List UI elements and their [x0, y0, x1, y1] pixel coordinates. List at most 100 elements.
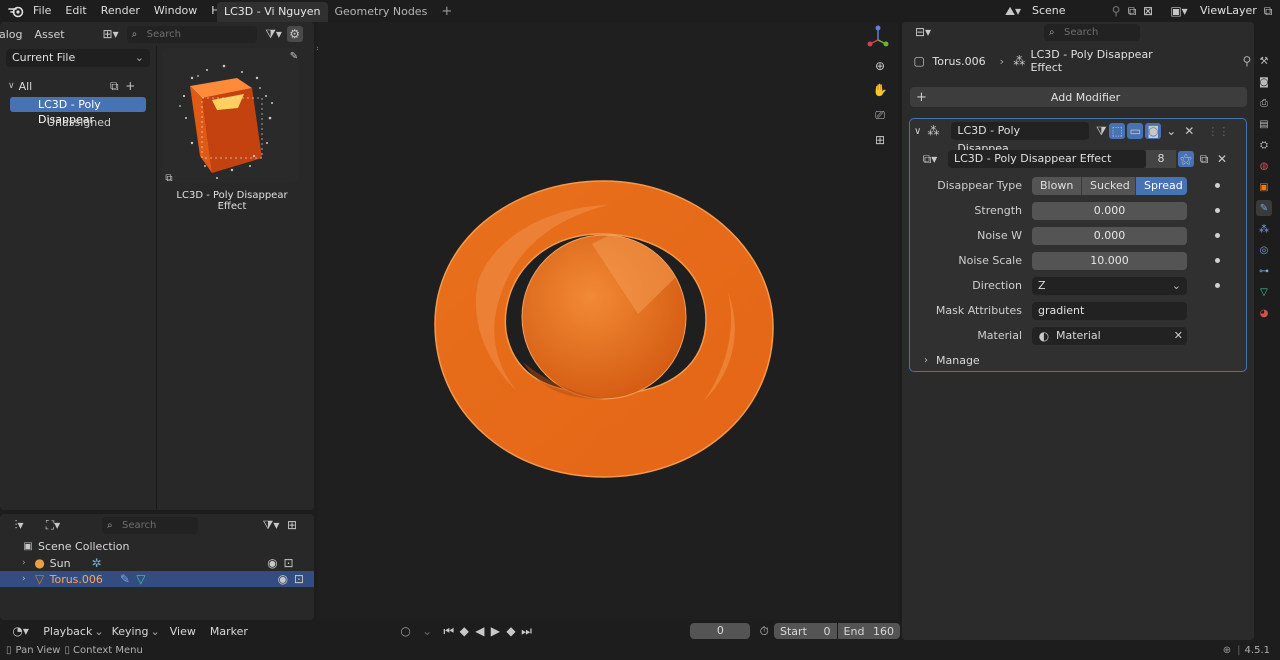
asset-tab[interactable]: Asset — [35, 28, 65, 41]
outliner-search-input[interactable]: ⌕ Search — [102, 516, 198, 534]
scene-selector[interactable]: Scene — [1026, 2, 1108, 20]
edit-mode-icon[interactable]: ⧩ — [1093, 123, 1109, 139]
display-mode-icon[interactable]: ⊞▾ — [99, 26, 123, 42]
dropdown-chevron-icon[interactable]: ⌄ — [1163, 123, 1179, 139]
scene-icon[interactable]: ⛭ — [1256, 137, 1272, 153]
pin-icon[interactable]: ⚲ — [1240, 53, 1254, 69]
asset-thumbnail[interactable] — [162, 48, 298, 182]
filter-icon[interactable]: ⧩▾ — [263, 26, 285, 42]
display-mode-icon[interactable]: ⛶▾ — [40, 517, 66, 533]
add-modifier-button[interactable]: + Add Modifier — [910, 87, 1247, 107]
jump-start-icon[interactable]: ⏮ — [441, 623, 457, 639]
editor-type-icon[interactable]: ◔▾ — [8, 623, 33, 639]
keyframe-dot[interactable] — [1215, 208, 1220, 213]
keyframe-dot[interactable] — [1215, 183, 1220, 188]
expand-arrow-icon[interactable]: › — [22, 558, 26, 568]
modifier-name-field[interactable]: LC3D - Poly Disappea... — [951, 122, 1090, 155]
timer-icon[interactable]: ⏱ — [756, 623, 772, 639]
catalog-all[interactable]: All — [19, 80, 33, 93]
material-field[interactable]: ◐ Material ✕ — [1032, 326, 1187, 345]
torus-object[interactable] — [318, 22, 898, 620]
add-workspace-button[interactable]: + — [434, 2, 459, 22]
perspective-grid-icon[interactable]: ⊞ — [872, 132, 888, 148]
disappear-type-blown[interactable]: Blown — [1032, 176, 1082, 195]
outliner-item-torus[interactable]: › ▽ Torus.006 ✎ ▽ ◉ ⊡ — [0, 571, 314, 587]
menu-marker[interactable]: Marker — [210, 625, 248, 638]
prev-keyframe-icon[interactable]: ◆ — [457, 623, 473, 639]
drag-handle-icon[interactable]: ⋮⋮ — [1207, 125, 1229, 138]
disappear-type-sucked[interactable]: Sucked — [1082, 176, 1136, 195]
visibility-eye-icon[interactable]: ◉ — [275, 571, 291, 587]
view-layer-icon[interactable]: ▤ — [1256, 116, 1272, 132]
keyframe-dot[interactable] — [1215, 283, 1220, 288]
physics-icon[interactable]: ◎ — [1256, 242, 1272, 258]
library-selector[interactable]: Current File ⌄ — [6, 49, 150, 67]
play-icon[interactable]: ▶ — [488, 623, 504, 639]
direction-dropdown[interactable]: Z ⌄ — [1032, 276, 1187, 295]
workspace-tab-lc3d[interactable]: LC3D - Vi Nguyen — [217, 2, 328, 22]
pan-hand-icon[interactable]: ✋ — [872, 82, 888, 98]
node-tree-icon[interactable]: ⧉▾ — [918, 151, 942, 167]
particles-icon[interactable]: ⁂ — [1256, 221, 1272, 237]
keyframe-dot[interactable] — [1215, 233, 1220, 238]
duplicate-icon[interactable]: ⧉ — [1196, 151, 1212, 167]
cage-icon[interactable]: ⬚ — [1109, 123, 1126, 139]
modifier-wrench-icon[interactable]: ✎ — [1256, 200, 1272, 216]
disappear-type-spread[interactable]: Spread — [1136, 176, 1187, 195]
edit-asset-icon[interactable]: ✎ — [286, 49, 302, 65]
scene-icon[interactable]: ⛰▾ — [1000, 3, 1026, 19]
render-icon[interactable]: ◙ — [1256, 74, 1272, 90]
world-icon[interactable]: ◍ — [1256, 158, 1272, 174]
settings-gear-icon[interactable]: ⚙ — [286, 26, 303, 42]
strength-field[interactable]: 0.000 — [1032, 201, 1187, 220]
clear-material-icon[interactable]: ✕ — [1174, 329, 1183, 342]
menu-keying[interactable]: Keying — [112, 625, 149, 638]
network-globe-icon[interactable]: ⊕ — [1223, 645, 1231, 656]
render-camera-icon[interactable]: ◙ — [1145, 123, 1162, 139]
render-camera-icon[interactable]: ⊡ — [291, 571, 307, 587]
asset-search-input[interactable]: ⌕ Search — [126, 25, 257, 43]
blender-logo-icon[interactable] — [6, 3, 26, 19]
play-reverse-icon[interactable]: ◀ — [472, 623, 488, 639]
auto-keying-icon[interactable]: ○ — [398, 623, 414, 639]
scene-collection-row[interactable]: ▣ Scene Collection — [0, 538, 314, 555]
object-icon[interactable]: ▣ — [1256, 179, 1272, 195]
material-icon[interactable]: ◕ — [1256, 305, 1272, 321]
camera-view-icon[interactable]: ⎚ — [872, 107, 888, 123]
outliner-item-sun[interactable]: › ● Sun ✲ ◉ ⊡ — [0, 555, 314, 571]
3d-viewport[interactable]: ⊕ ✋ ⎚ ⊞ — [318, 22, 898, 620]
menu-edit[interactable]: Edit — [58, 0, 93, 22]
filter-icon[interactable]: ⧩▾ — [260, 517, 282, 533]
new-view-layer-icon[interactable]: ⧉ — [1260, 3, 1276, 19]
pin-icon[interactable]: ⚲ — [1108, 3, 1124, 19]
editor-type-icon[interactable]: ⫶▾ — [6, 517, 32, 533]
viewport-display-icon[interactable]: ▭ — [1127, 123, 1144, 139]
menu-render[interactable]: Render — [94, 0, 147, 22]
menu-playback[interactable]: Playback — [43, 625, 92, 638]
mask-attributes-field[interactable]: gradient — [1032, 301, 1187, 320]
editor-type-icon[interactable]: ⊟▾ — [910, 24, 936, 40]
workspace-tab-geometry-nodes[interactable]: Geometry Nodes — [328, 2, 435, 22]
properties-search-input[interactable]: ⌕ Search — [1044, 23, 1140, 41]
expand-arrow-icon[interactable]: ∨ — [8, 81, 15, 91]
catalog-item-lc3d[interactable]: LC3D - Poly Disappear — [10, 97, 146, 126]
menu-file[interactable]: File — [26, 0, 58, 22]
delete-scene-icon[interactable]: ⊠ — [1140, 3, 1156, 19]
menu-view[interactable]: View — [170, 625, 196, 638]
next-keyframe-icon[interactable]: ◆ — [503, 623, 519, 639]
noise-scale-field[interactable]: 10.000 — [1032, 251, 1187, 270]
menu-window[interactable]: Window — [147, 0, 204, 22]
collapse-arrow-icon[interactable]: ∨ — [914, 126, 921, 137]
end-frame-field[interactable]: End 160 — [837, 623, 901, 639]
manage-subpanel[interactable]: › Manage — [910, 348, 1246, 373]
noise-w-field[interactable]: 0.000 — [1032, 226, 1187, 245]
navigation-gizmo[interactable] — [866, 24, 890, 52]
constraints-icon[interactable]: ⊶ — [1256, 263, 1272, 279]
add-catalog-icon[interactable]: + — [122, 78, 138, 94]
mesh-data-icon[interactable]: ▽ — [1256, 284, 1272, 300]
new-scene-icon[interactable]: ⧉ — [1124, 3, 1140, 19]
keying-set-icon[interactable]: ⌄ — [419, 623, 435, 639]
node-group-users[interactable]: 8 — [1146, 150, 1176, 168]
catalog-tab[interactable]: alog — [0, 28, 23, 41]
new-catalog-icon[interactable]: ⧉ — [106, 78, 122, 94]
